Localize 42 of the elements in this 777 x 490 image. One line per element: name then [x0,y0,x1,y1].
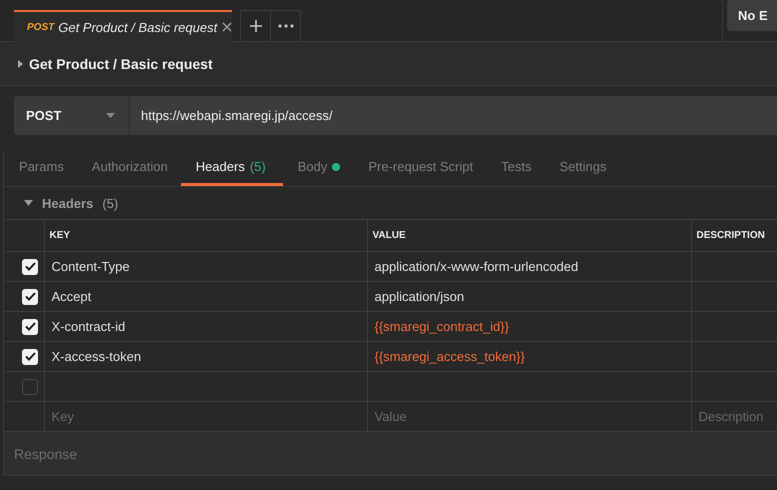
header-key[interactable]: Accept [44,282,367,312]
more-icon [278,24,294,28]
section-tab[interactable]: Params [18,150,77,186]
section-count: (5) [102,196,118,210]
section-tab[interactable]: Headers (5) [180,150,283,186]
section-title: Headers [42,196,94,210]
variable-value[interactable]: {{smaregi_contract_id}} [367,312,691,342]
plus-icon [248,19,262,33]
expand-icon[interactable] [18,60,23,68]
header-key[interactable]: Content-Type [44,252,367,282]
url-field[interactable]: https://webapi.smaregi.jp/access/ [130,96,777,135]
tab-count: (5) [250,159,266,174]
checkbox[interactable] [22,378,38,394]
close-icon[interactable] [221,21,234,33]
tab-title: Get Product / Basic request [58,20,218,34]
column-header: KEY [44,220,367,252]
section-tab[interactable]: Body [296,150,354,186]
header-value[interactable]: application/x-www-form-urlencoded [367,252,691,282]
section-tab[interactable]: Authorization [90,150,181,186]
request-name: Get Product / Basic request [29,56,213,72]
method-dropdown[interactable]: POST [14,96,130,135]
column-header: DESCRIPTION [691,220,777,252]
section-tab[interactable]: Settings [558,150,620,186]
tab-label: Headers [196,159,245,174]
caret-icon [106,113,115,118]
checkbox[interactable] [22,348,38,364]
request-tab[interactable]: POST Get Product / Basic request [14,10,232,42]
header-key[interactable]: X-contract-id [44,312,367,342]
checkbox[interactable] [22,288,38,304]
collapse-icon[interactable] [24,200,33,206]
column-header: VALUE [367,220,691,252]
section-tab[interactable]: Pre-request Script [367,150,486,186]
variable-value[interactable]: {{smaregi_access_token}} [367,342,691,372]
response-title: Response [14,446,78,462]
checkbox[interactable] [22,318,38,334]
tab-label: Body [298,159,328,174]
environment-selector[interactable]: No E [727,0,777,31]
section-tab[interactable]: Tests [500,150,544,186]
checkbox[interactable] [22,258,38,274]
header-value[interactable]: application/json [367,282,691,312]
method-label: POST [27,22,54,32]
header-key[interactable]: X-access-token [44,342,367,372]
